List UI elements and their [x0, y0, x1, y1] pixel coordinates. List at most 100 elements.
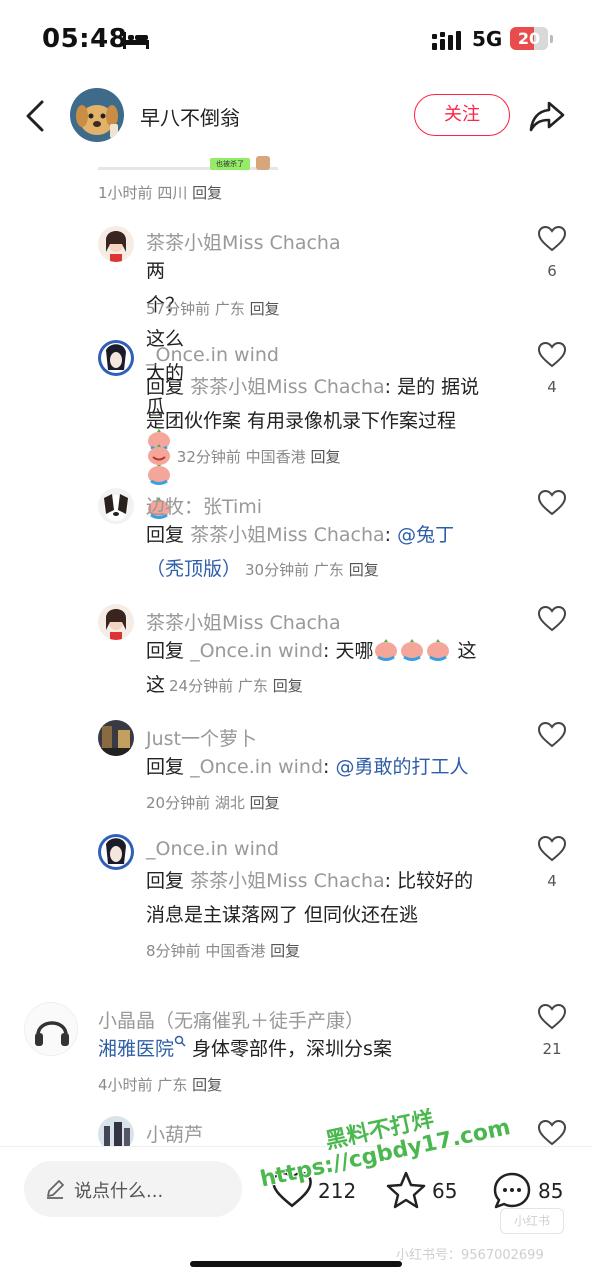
battery-indicator: 20: [510, 27, 548, 50]
comment-body-end: 这: [451, 640, 477, 662]
commenter-avatar[interactable]: [98, 834, 134, 870]
meta-location: 中国香港: [245, 448, 306, 466]
commenter-avatar[interactable]: [98, 488, 134, 524]
image-avatar: [256, 156, 270, 170]
reply-target-name[interactable]: 茶茶小姐Miss Chacha: [190, 870, 385, 892]
commenter-name[interactable]: _Once.in wind: [146, 344, 279, 366]
reply-button[interactable]: 回复: [310, 448, 340, 466]
home-indicator[interactable]: [190, 1261, 402, 1267]
comment-bubble-icon[interactable]: [492, 1171, 532, 1211]
share-icon[interactable]: [528, 98, 566, 134]
commenter-avatar[interactable]: [98, 604, 134, 640]
post-header: 早八不倒翁 关注: [0, 84, 592, 148]
commenter-name[interactable]: 小晶晶（无痛催乳＋徒手产康）: [98, 1006, 364, 1033]
author-name[interactable]: 早八不倒翁: [140, 102, 240, 131]
reply-button[interactable]: 回复: [250, 300, 280, 318]
xhs-id-watermark: 小红书号：9567002699: [396, 1248, 544, 1263]
comment-meta: 32分钟前 中国香港 回复: [146, 444, 340, 467]
heart-icon[interactable]: [537, 1119, 567, 1146]
star-icon[interactable]: [386, 1171, 426, 1209]
commenter-avatar[interactable]: [98, 340, 134, 376]
xhs-logo-watermark: 小红书: [500, 1208, 564, 1234]
reply-button[interactable]: 回复: [270, 942, 300, 960]
post-image-fragment: 也被杀了: [98, 156, 278, 170]
input-placeholder: 说点什么...: [74, 1181, 164, 1202]
like-group: [530, 489, 574, 526]
meta-location: 中国香港: [205, 942, 266, 960]
commenter-name[interactable]: 边牧：张Timi: [146, 492, 262, 519]
signal-icon: [432, 31, 461, 50]
comment-meta: 57分钟前 广东 回复: [146, 298, 280, 319]
reply-prefix: 回复: [146, 524, 185, 546]
commenter-name[interactable]: Just一个萝卜: [146, 724, 257, 751]
crying-face-emoji-icon: [401, 639, 424, 661]
reply-button[interactable]: 回复: [192, 1076, 222, 1094]
comment-body-continued: 是团伙作案 有用录像机录下作案过程: [146, 410, 457, 432]
meta-time: 1小时前: [98, 184, 153, 202]
meta-time: 4小时前: [98, 1076, 153, 1094]
reply-colon: :: [323, 756, 336, 778]
meta-time: 30分钟前: [245, 561, 310, 579]
like-group: [530, 605, 574, 642]
comment-body: : 是的 据说: [384, 376, 480, 398]
laughing-face-emoji-icon: [148, 444, 170, 465]
meta-time: 24分钟前: [169, 677, 234, 695]
comment-text: 回复 茶茶小姐Miss Chacha: @兔丁 （秃顶版） 30分钟前 广东 回复: [146, 518, 516, 587]
comment-input[interactable]: 说点什么...: [24, 1161, 242, 1217]
commenter-name[interactable]: _Once.in wind: [146, 838, 279, 860]
like-count: 4: [547, 872, 557, 890]
like-group: 4: [530, 341, 574, 396]
bed-icon: [123, 32, 149, 49]
meta-time: 8分钟前: [146, 942, 201, 960]
like-count: 212: [318, 1179, 357, 1203]
crying-face-emoji-icon: [427, 639, 450, 661]
reply-target-name[interactable]: 茶茶小姐Miss Chacha: [190, 524, 385, 546]
meta-location: 广东: [157, 1076, 188, 1094]
comment-meta: 8分钟前 中国香港 回复: [146, 940, 300, 961]
comment-body: 身体零部件，深圳分s案: [186, 1038, 392, 1060]
hospital-link[interactable]: 湘雅医院: [98, 1038, 174, 1060]
meta-time: 20分钟前: [146, 794, 211, 812]
follow-button[interactable]: 关注: [414, 94, 510, 136]
heart-icon[interactable]: [537, 225, 567, 252]
heart-icon[interactable]: [537, 1003, 567, 1030]
heart-icon[interactable]: [537, 341, 567, 368]
commenter-avatar[interactable]: [98, 226, 134, 262]
status-time: 05:48: [42, 24, 128, 54]
network-label: 5G: [472, 27, 503, 51]
mention-link[interactable]: @勇敢的打工人: [335, 756, 468, 778]
comment-body-continued: 这: [146, 674, 166, 696]
reply-prefix: 回复: [146, 756, 185, 778]
reply-prefix: 回复: [146, 376, 185, 398]
commenter-avatar[interactable]: [98, 720, 134, 756]
meta-location: 广东: [313, 561, 344, 579]
heart-icon[interactable]: [537, 835, 567, 862]
author-avatar[interactable]: [70, 88, 124, 142]
heart-icon[interactable]: [537, 721, 567, 748]
commenter-name[interactable]: 小葫芦: [146, 1120, 203, 1147]
mention-link[interactable]: @兔丁: [397, 524, 454, 546]
reply-button[interactable]: 回复: [349, 561, 379, 579]
like-count: 6: [547, 262, 557, 280]
commenter-name[interactable]: 茶茶小姐Miss Chacha: [146, 228, 341, 255]
reply-target-name[interactable]: _Once.in wind: [190, 756, 323, 778]
commenter-avatar[interactable]: [24, 1002, 78, 1056]
reply-button[interactable]: 回复: [250, 794, 280, 812]
mention-link-continued[interactable]: （秃顶版）: [146, 558, 241, 580]
heart-icon[interactable]: [537, 605, 567, 632]
reply-button[interactable]: 回复: [273, 677, 303, 695]
battery-level: 20: [517, 29, 541, 48]
crying-face-emoji-icon: [375, 639, 398, 661]
meta-location: 湖北: [214, 794, 245, 812]
comment-text: 回复 茶茶小姐Miss Chacha: 比较好的 消息是主谋落网了 但同伙还在逃: [146, 864, 516, 932]
comment-count: 85: [538, 1179, 564, 1203]
dog-avatar-icon: [70, 88, 124, 142]
commenter-name[interactable]: 茶茶小姐Miss Chacha: [146, 608, 341, 635]
comment-text: 回复 _Once.in wind: 天哪 这 这 24分钟前 广东 回复: [146, 634, 516, 703]
reply-target-name[interactable]: 茶茶小姐Miss Chacha: [190, 376, 385, 398]
heart-icon[interactable]: [537, 489, 567, 516]
reply-button[interactable]: 回复: [192, 184, 222, 202]
reply-target-name[interactable]: _Once.in wind: [190, 640, 323, 662]
headphones-icon: [25, 1003, 77, 1055]
back-arrow-icon[interactable]: [22, 98, 52, 134]
